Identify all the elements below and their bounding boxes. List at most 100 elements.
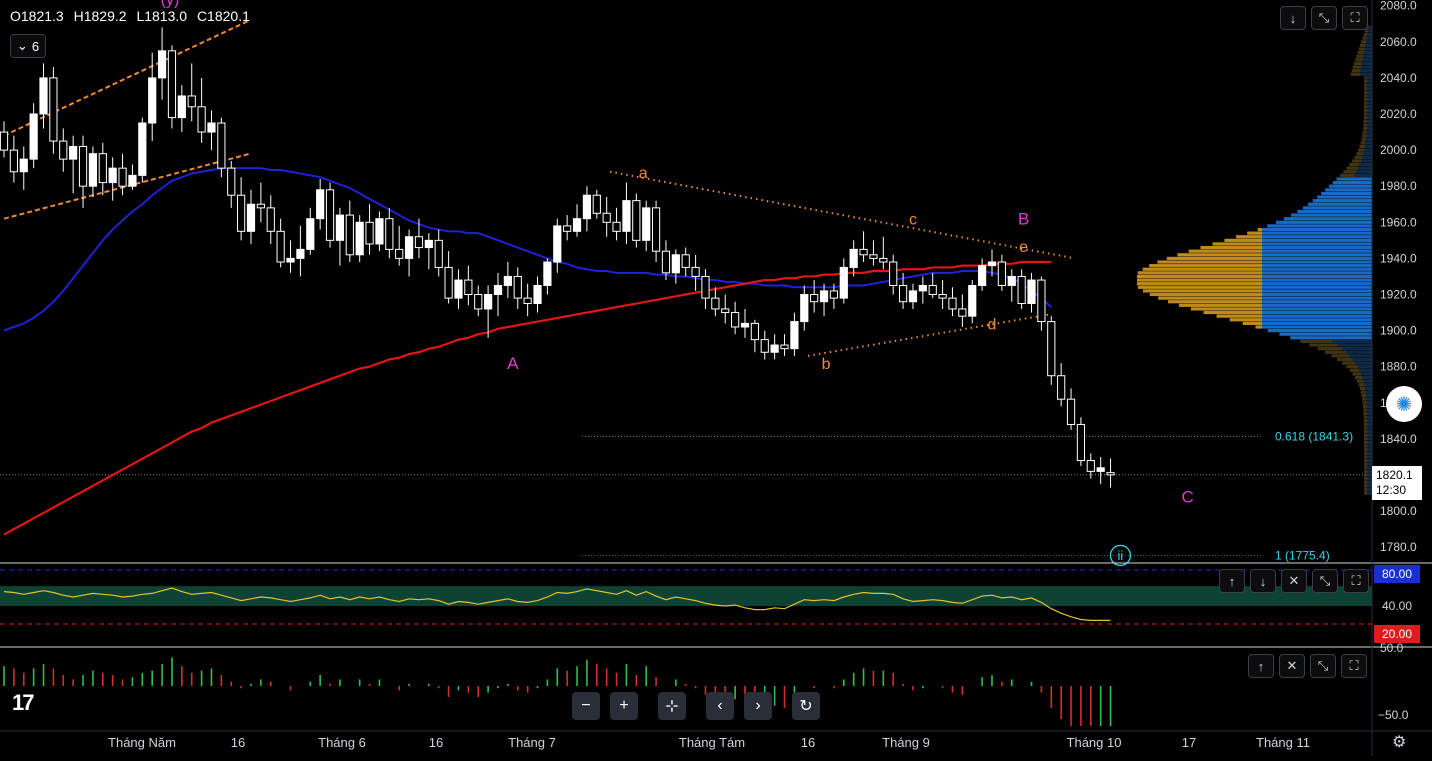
candle-body — [632, 200, 641, 241]
candle — [760, 330, 769, 360]
profile-bar — [1262, 292, 1372, 297]
arrow-down-icon: ↓ — [1259, 573, 1267, 589]
profile-bar — [1200, 245, 1262, 250]
remove-pane-button[interactable]: ✕ — [1281, 569, 1307, 593]
profile-bar — [1247, 231, 1262, 235]
candle-body — [237, 194, 246, 232]
profile-bar — [1337, 343, 1372, 347]
candle — [88, 146, 98, 198]
profile-bar — [1361, 159, 1372, 163]
reset-zoom-button[interactable]: ⊹ — [658, 692, 686, 720]
profile-bar — [1262, 267, 1372, 271]
collapse-icon: ⤡ — [1318, 10, 1330, 25]
profile-bar — [1255, 325, 1262, 329]
profile-bar — [1367, 32, 1372, 37]
profile-bar — [1354, 155, 1363, 159]
tradingview-logo[interactable]: 17 — [12, 690, 35, 716]
candle — [0, 121, 9, 158]
candle — [98, 142, 107, 196]
candle-body — [385, 218, 394, 250]
candle-body — [454, 279, 463, 299]
zoom-out-button[interactable]: − — [572, 692, 600, 720]
reset-chart-button[interactable]: ↻ — [792, 692, 820, 720]
collapse-pane-button[interactable]: ⤡ — [1311, 6, 1337, 30]
triangle-upper-line — [609, 170, 1076, 260]
candle — [731, 301, 740, 335]
collapse-pane-button[interactable]: ⤡ — [1310, 654, 1336, 678]
price-tick-label: 2080.0 — [1380, 0, 1417, 13]
profile-bar — [1262, 310, 1372, 315]
candle — [108, 157, 117, 201]
price-tick-label: 1920.0 — [1380, 288, 1417, 302]
profile-bar — [1357, 51, 1365, 55]
move-up-button[interactable]: ↑ — [1219, 569, 1245, 593]
candle — [582, 186, 592, 232]
candle-body — [889, 261, 898, 286]
assistant-badge[interactable]: ✺ — [1386, 386, 1422, 422]
candle-body — [1027, 279, 1036, 305]
chart-canvas[interactable]: 0.618 (1841.3)1 (1775.4)(y)AabcdeBCii 20… — [0, 0, 1432, 756]
profile-bar — [1361, 137, 1367, 141]
collapse-pane-button[interactable]: ⤡ — [1312, 569, 1338, 593]
profile-bar — [1346, 166, 1358, 170]
hist-lower-label: −50.0 — [1378, 708, 1409, 722]
price-tick-label: 1880.0 — [1380, 360, 1417, 374]
rsi-pane[interactable] — [0, 569, 1372, 625]
candle-body — [0, 131, 9, 151]
candle-body — [731, 312, 740, 328]
profile-bar — [1325, 350, 1347, 354]
profile-bar — [1262, 318, 1372, 322]
move-down-button[interactable]: ↓ — [1280, 6, 1306, 30]
maximize-pane-button[interactable]: ⛶ — [1341, 654, 1367, 678]
profile-bar — [1262, 238, 1372, 242]
move-down-button[interactable]: ↓ — [1250, 569, 1276, 593]
candle — [1086, 453, 1095, 479]
candle-body — [958, 308, 967, 317]
candle — [612, 207, 621, 241]
candle-body — [572, 218, 582, 232]
profile-bar — [1362, 58, 1372, 62]
scroll-right-button[interactable]: › — [744, 692, 772, 720]
candle — [622, 182, 631, 244]
settings-gear-icon[interactable]: ⚙ — [1392, 732, 1406, 752]
profile-bar — [1362, 61, 1372, 66]
profile-bar — [1137, 274, 1262, 279]
candle-body — [869, 254, 878, 259]
candle — [938, 280, 947, 309]
histogram-pane[interactable] — [3, 657, 1112, 726]
profile-bar — [1349, 368, 1360, 372]
chevron-left-icon: ‹ — [717, 697, 723, 714]
candle — [464, 265, 473, 306]
candle-body — [701, 275, 710, 299]
maximize-pane-button[interactable]: ⛶ — [1343, 569, 1369, 593]
candle-body — [325, 189, 335, 241]
candle-body — [592, 194, 601, 214]
profile-bar — [1340, 173, 1355, 177]
profile-bar — [1356, 379, 1364, 383]
profile-bar — [1363, 469, 1368, 473]
profile-bar — [1283, 217, 1372, 221]
candle — [286, 240, 295, 273]
candle-body — [513, 275, 522, 299]
remove-pane-button[interactable]: ✕ — [1279, 654, 1305, 678]
zoom-in-button[interactable]: + — [610, 692, 638, 720]
candle-body — [227, 167, 236, 196]
move-up-button[interactable]: ↑ — [1248, 654, 1274, 678]
profile-bar — [1262, 271, 1372, 275]
profile-bar — [1262, 235, 1372, 239]
maximize-pane-button[interactable]: ⛶ — [1342, 6, 1368, 30]
candle — [770, 334, 779, 360]
candle-body — [987, 261, 997, 267]
profile-bar — [1363, 451, 1368, 455]
candle-body — [938, 294, 947, 299]
candle — [681, 247, 690, 277]
candle — [839, 258, 848, 304]
indicators-toggle-button[interactable]: ⌄ 6 — [10, 34, 46, 58]
candle — [958, 294, 967, 327]
scroll-left-button[interactable]: ‹ — [706, 692, 734, 720]
candle-body — [533, 284, 542, 305]
candle — [325, 182, 335, 248]
candle-body — [404, 236, 414, 259]
candle-body — [484, 294, 493, 310]
trading-chart: 0.618 (1841.3)1 (1775.4)(y)AabcdeBCii 20… — [0, 0, 1432, 756]
